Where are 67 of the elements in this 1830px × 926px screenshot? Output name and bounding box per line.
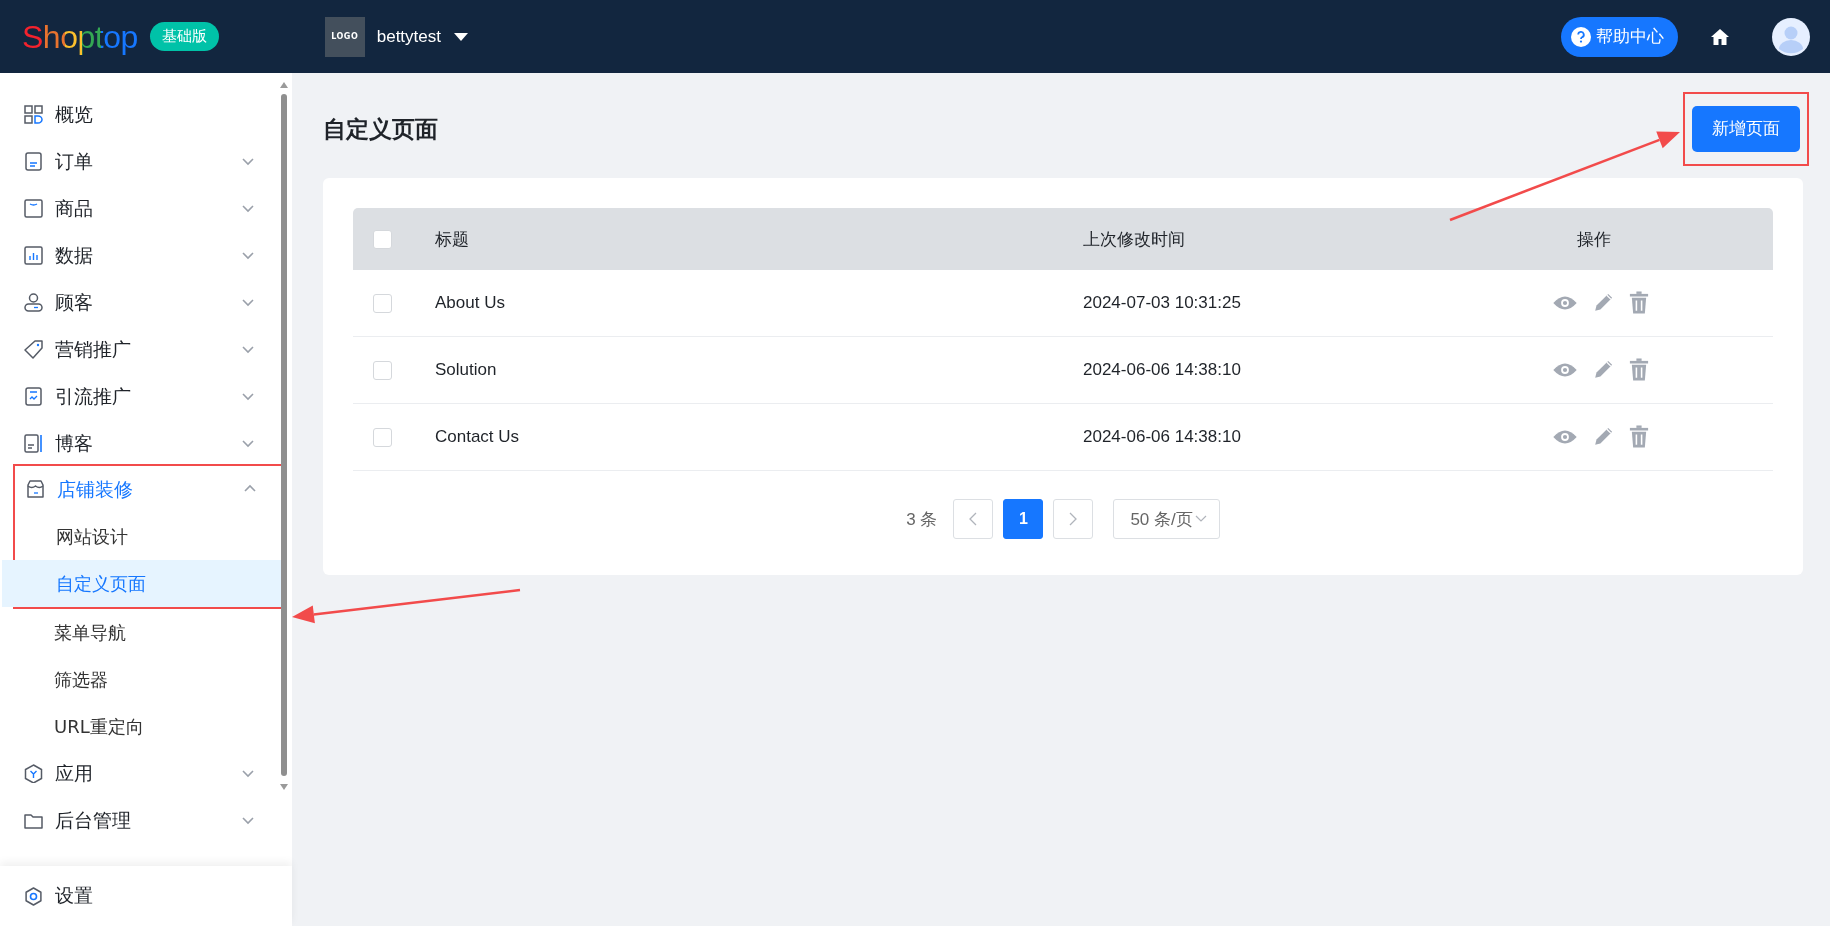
- scrollbar[interactable]: [280, 80, 288, 792]
- checkbox[interactable]: [373, 427, 392, 447]
- trash-icon[interactable]: [1628, 358, 1650, 382]
- sidebar-item[interactable]: 商品: [0, 185, 282, 232]
- home-icon[interactable]: [1710, 27, 1730, 46]
- sidebar-item[interactable]: 订单: [0, 138, 282, 185]
- column-header: 操作: [1577, 229, 1611, 249]
- sidebar-subitem[interactable]: 自定义页面: [2, 560, 284, 607]
- grid-icon: [24, 105, 43, 124]
- sidebar-item[interactable]: 引流推广: [0, 373, 282, 420]
- caret-icon[interactable]: [453, 31, 469, 42]
- person-icon: [24, 293, 43, 312]
- box-icon: [24, 199, 43, 218]
- sidebar-item[interactable]: 数据: [0, 232, 282, 279]
- trash-icon[interactable]: [1628, 425, 1650, 449]
- gear-icon: [24, 886, 43, 906]
- trend-document-icon: [24, 387, 43, 406]
- pencil-icon[interactable]: [1592, 426, 1614, 448]
- table-cell: Solution: [435, 360, 497, 379]
- page-title: 自定义页面: [323, 115, 438, 144]
- hexagon-icon: [24, 764, 43, 783]
- page-size-select[interactable]: 50 条/页: [1113, 499, 1220, 539]
- bar-chart-icon: [24, 246, 43, 265]
- column-header: 上次修改时间: [1083, 229, 1185, 249]
- help-icon: [1571, 26, 1591, 47]
- checkbox[interactable]: [373, 360, 392, 380]
- tag-icon: [24, 340, 43, 359]
- notebook-icon: [24, 434, 43, 453]
- table-cell: 2024-06-06 14:38:10: [1083, 360, 1241, 379]
- page-button[interactable]: 1: [1003, 499, 1044, 539]
- checkbox[interactable]: [373, 293, 392, 313]
- sidebar-subitem[interactable]: 网站设计: [2, 513, 284, 560]
- sidebar-item[interactable]: 应用: [0, 750, 282, 797]
- sidebar-item[interactable]: 概览: [0, 91, 282, 138]
- previous-icon: [969, 512, 978, 526]
- sidebar-item[interactable]: 博客: [0, 420, 282, 467]
- table-cell: 2024-07-03 10:31:25: [1083, 293, 1241, 312]
- trash-icon[interactable]: [1628, 291, 1650, 315]
- column-header: 标题: [435, 229, 469, 249]
- table-cell: Contact Us: [435, 427, 520, 446]
- new-page-button[interactable]: 新增页面: [1692, 105, 1800, 152]
- avatar[interactable]: [1772, 17, 1810, 56]
- plan-badge: 基础版: [149, 22, 219, 51]
- table-cell: 2024-06-06 14:38:10: [1083, 427, 1241, 446]
- pencil-icon[interactable]: [1592, 292, 1614, 314]
- storefront-icon: [26, 480, 45, 499]
- previous-page-button[interactable]: [953, 499, 994, 539]
- table-cell: About Us: [435, 293, 505, 312]
- checkbox[interactable]: [373, 229, 392, 249]
- sidebar-item[interactable]: 顾客: [0, 279, 282, 326]
- store-logo: LOGO: [324, 16, 365, 57]
- next-icon: [1069, 512, 1078, 526]
- sidebar-subitem[interactable]: 菜单导航: [0, 609, 282, 656]
- chevron-icon: [1194, 515, 1207, 523]
- sidebar-item[interactable]: 后台管理: [0, 797, 282, 844]
- sidebar-item[interactable]: 营销推广: [0, 326, 282, 373]
- sidebar-item[interactable]: 设置: [0, 866, 292, 926]
- sidebar-item[interactable]: 店铺装修: [2, 466, 284, 513]
- next-page-button[interactable]: [1053, 499, 1094, 539]
- document-icon: [24, 152, 43, 171]
- pencil-icon[interactable]: [1592, 359, 1614, 381]
- folder-icon: [24, 811, 43, 830]
- sidebar-subitem[interactable]: URL重定向: [0, 703, 282, 750]
- sidebar-subitem[interactable]: 筛选器: [0, 656, 282, 703]
- help-button[interactable]: 帮助中心: [1561, 16, 1678, 57]
- store-name[interactable]: bettytest: [376, 26, 441, 47]
- total-count: 3 条: [906, 508, 938, 531]
